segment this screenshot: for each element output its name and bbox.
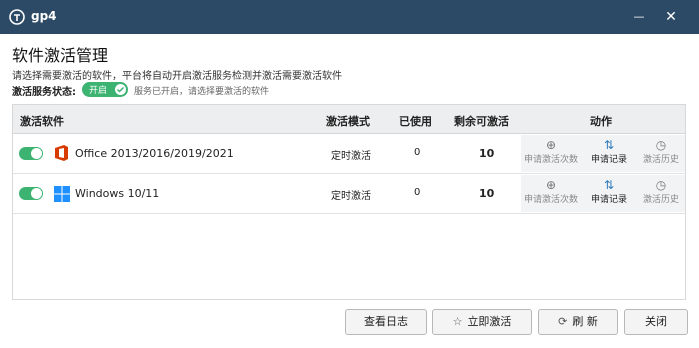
history-icon: ◷ [655,138,667,152]
activate-now-button[interactable]: ☆ 立即激活 [432,309,532,335]
table-row: Office 2013/2016/2019/2021 定时激活 0 10 ⊕ 申… [13,134,685,174]
request-count-action[interactable]: ⊕ 申请激活次数 [521,178,581,205]
software-table: 激活软件 激活模式 已使用 剩余可激活 动作 Office 2013/2016/… [12,104,686,300]
app-logo-icon [9,9,25,25]
check-icon [114,83,127,96]
software-name: Windows 10/11 [75,187,160,200]
title-bar[interactable]: gp4 — ✕ [0,0,699,34]
action-label: 申请记录 [590,195,627,205]
refresh-button[interactable]: ⟳ 刷 新 [538,309,618,335]
close-button[interactable]: 关闭 [624,309,688,335]
header-mode: 激活模式 [326,115,370,128]
service-toggle[interactable]: 开启 [82,82,128,97]
office-icon [55,145,68,161]
table-header: 激活软件 激活模式 已使用 剩余可激活 动作 [13,105,685,134]
request-record-action[interactable]: ⇅ 申请记录 [579,178,639,205]
plus-circle-icon: ⊕ [545,178,557,192]
header-software: 激活软件 [20,115,64,128]
header-remaining: 剩余可激活 [454,115,509,128]
view-log-label: 查看日志 [364,315,408,328]
close-window-button[interactable]: ✕ [660,8,682,26]
mode-cell: 定时激活 [331,151,371,162]
view-log-button[interactable]: 查看日志 [345,309,427,335]
star-icon: ☆ [452,315,463,328]
activation-history-action[interactable]: ◷ 激活历史 [631,138,691,165]
activation-history-action[interactable]: ◷ 激活历史 [631,178,691,205]
history-icon: ◷ [655,178,667,192]
software-name: Office 2013/2016/2019/2021 [75,147,234,160]
row-actions: ⊕ 申请激活次数 ⇅ 申请记录 ◷ 激活历史 [521,175,685,212]
activate-now-label: 立即激活 [467,315,512,328]
refresh-icon: ⟳ [558,315,568,328]
service-status-label: 激活服务状态: [12,87,76,98]
action-label: 申请记录 [590,155,627,165]
row-enable-toggle[interactable] [19,147,43,160]
swap-arrows-icon: ⇅ [603,178,615,192]
windows-icon [54,186,70,202]
service-toggle-label: 开启 [89,86,108,96]
used-cell: 0 [414,187,421,198]
row-actions: ⊕ 申请激活次数 ⇅ 申请记录 ◷ 激活历史 [521,135,685,172]
request-record-action[interactable]: ⇅ 申请记录 [579,138,639,165]
header-actions: 动作 [590,115,612,128]
plus-circle-icon: ⊕ [545,138,557,152]
remaining-cell: 10 [479,187,495,200]
close-label: 关闭 [645,315,667,328]
action-label: 申请激活次数 [523,155,578,165]
refresh-label: 刷 新 [572,315,598,328]
minimize-button[interactable]: — [628,8,650,26]
used-cell: 0 [414,147,421,158]
action-label: 申请激活次数 [523,195,578,205]
page-description: 请选择需要激活的软件，平台将自动开启激活服务检测并激活需要激活软件 [12,71,342,82]
mode-cell: 定时激活 [331,191,371,202]
service-status-hint: 服务已开启，请选择要激活的软件 [134,87,270,97]
page-title: 软件激活管理 [12,46,109,65]
row-enable-toggle[interactable] [19,187,43,200]
action-label: 激活历史 [642,195,679,205]
activation-window: gp4 — ✕ 软件激活管理 请选择需要激活的软件，平台将自动开启激活服务检测并… [0,0,699,348]
swap-arrows-icon: ⇅ [603,138,615,152]
window-title: gp4 [31,9,57,23]
remaining-cell: 10 [479,147,495,160]
header-used: 已使用 [399,115,432,128]
request-count-action[interactable]: ⊕ 申请激活次数 [521,138,581,165]
table-row: Windows 10/11 定时激活 0 10 ⊕ 申请激活次数 ⇅ 申请记录 … [13,174,685,214]
action-label: 激活历史 [642,155,679,165]
